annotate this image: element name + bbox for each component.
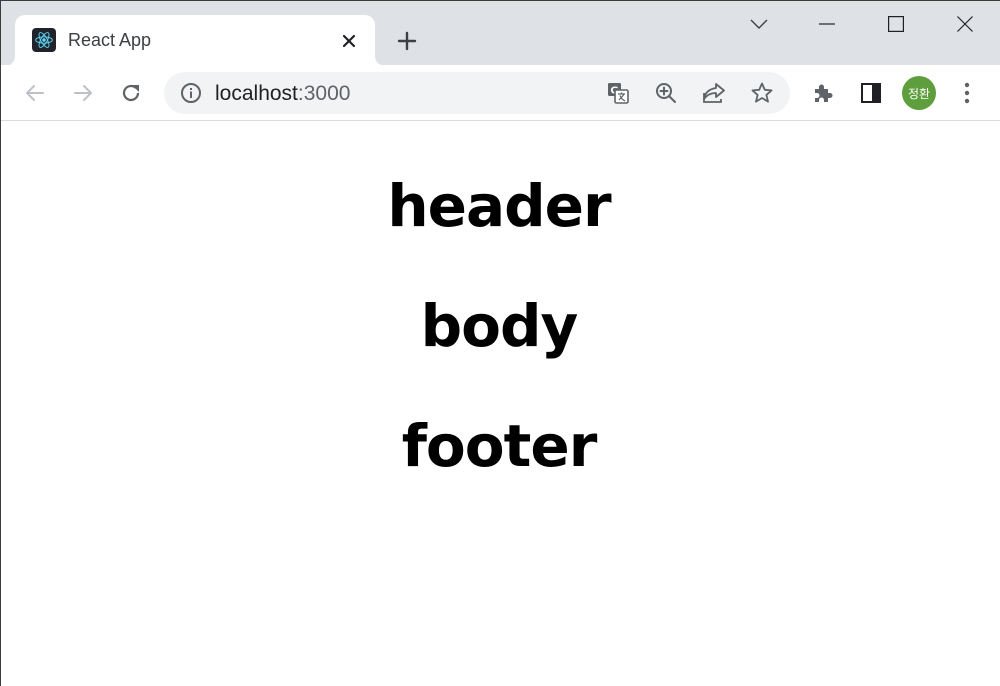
- tab-strip: React App: [1, 1, 1000, 66]
- url-port: :3000: [297, 82, 351, 105]
- arrow-right-icon[interactable]: [67, 77, 99, 109]
- side-panel-icon[interactable]: [855, 77, 887, 109]
- header-heading: header: [387, 172, 611, 240]
- zoom-in-icon[interactable]: [650, 77, 682, 109]
- url-host: localhost: [215, 82, 298, 105]
- info-icon[interactable]: [175, 77, 207, 109]
- address-bar[interactable]: localhost:3000 G: [164, 72, 790, 114]
- chevron-down-icon[interactable]: [733, 1, 785, 47]
- share-icon[interactable]: [698, 77, 730, 109]
- close-icon[interactable]: [939, 1, 991, 47]
- kebab-menu-icon[interactable]: [951, 77, 983, 109]
- close-icon[interactable]: [337, 29, 361, 53]
- puzzle-icon[interactable]: [807, 77, 839, 109]
- reload-icon[interactable]: [115, 77, 147, 109]
- page-content: header body footer: [1, 122, 1000, 686]
- arrow-left-icon[interactable]: [19, 77, 51, 109]
- tab-title: React App: [68, 30, 152, 50]
- avatar[interactable]: 정환: [902, 76, 936, 110]
- browser-window: React App localhost:3000 정환 header body …: [0, 0, 1000, 686]
- body-heading: body: [420, 292, 579, 360]
- translate-icon[interactable]: G: [602, 77, 634, 109]
- minimize-icon[interactable]: [801, 1, 853, 47]
- react-logo-icon: [32, 28, 56, 52]
- maximize-icon[interactable]: [870, 1, 922, 47]
- browser-tab[interactable]: React App: [15, 15, 375, 66]
- star-icon[interactable]: [746, 77, 778, 109]
- browser-toolbar: localhost:3000 G: [1, 65, 1000, 121]
- url-text: localhost:3000: [215, 82, 350, 106]
- plus-icon[interactable]: [393, 27, 421, 55]
- footer-heading: footer: [401, 412, 598, 480]
